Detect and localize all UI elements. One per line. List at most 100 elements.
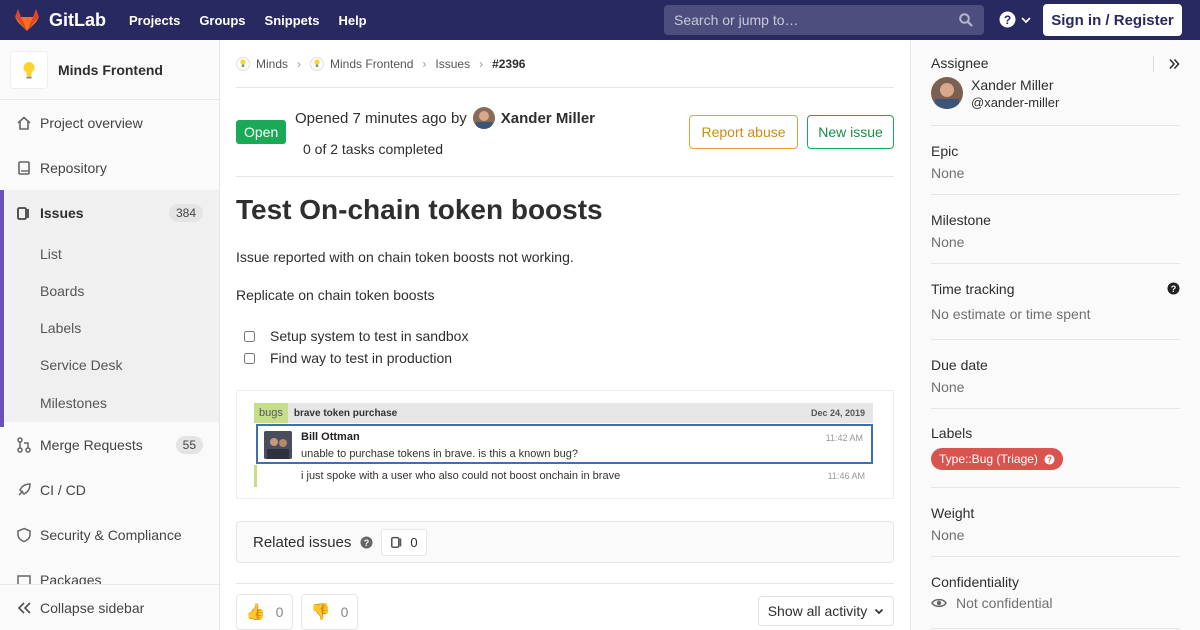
confidentiality-row: Not confidential (931, 595, 1053, 611)
nav-projects[interactable]: Projects (129, 13, 180, 28)
author-avatar[interactable] (472, 107, 495, 129)
breadcrumb-group[interactable]: Minds › (236, 56, 310, 71)
screenshot-text: unable to purchase tokens in brave. is t… (301, 448, 579, 460)
new-issue-button[interactable]: New issue (807, 115, 894, 149)
question-circle-icon[interactable]: ? (360, 536, 373, 549)
related-issues-title: Related issues (253, 533, 352, 551)
status-badge: Open (236, 120, 287, 144)
assignee-handle: @xander-miller (971, 95, 1060, 110)
description-paragraph: Issue reported with on chain token boost… (236, 249, 574, 265)
related-count-value: 0 (410, 534, 418, 550)
thumbsdown-award-button[interactable]: 👎 0 (301, 594, 358, 630)
due-date-title: Due date (931, 357, 988, 373)
assignee-name[interactable]: Xander Miller (971, 77, 1053, 93)
activity-filter-dropdown[interactable]: Show all activity (758, 596, 894, 626)
collapse-sidebar-button[interactable]: Collapse sidebar (0, 584, 219, 630)
screenshot-date: Dec 24, 2019 (810, 408, 865, 418)
nav-help[interactable]: Help (338, 13, 366, 28)
screenshot-message: Bill Ottman unable to purchase tokens in… (256, 424, 873, 464)
screenshot-avatar (264, 431, 292, 459)
report-abuse-button[interactable]: Report abuse (689, 115, 798, 149)
screenshot-header: bugs brave token purchase Dec 24, 2019 (254, 403, 873, 423)
help-icon: ? (999, 11, 1016, 28)
opened-text: Opened 7 minutes ago by (295, 109, 467, 127)
screenshot-time: 11:42 AM (825, 433, 863, 443)
search-icon[interactable] (959, 13, 973, 27)
labels-block: Labels Type::Bug (Triage) ? (931, 409, 1180, 488)
main-content: Minds › Minds Frontend › Issues › #2396 … (236, 40, 894, 630)
divider (1153, 56, 1154, 72)
time-tracking-block: Time tracking ? No estimate or time spen… (931, 264, 1180, 340)
task-checkbox[interactable] (244, 330, 255, 342)
label-text: Type::Bug (Triage) (939, 452, 1038, 466)
breadcrumb-issues[interactable]: Issues › (435, 57, 492, 71)
weight-value: None (931, 527, 965, 543)
confidentiality-value: Not confidential (956, 595, 1053, 611)
sidebar-item-repository[interactable]: Repository (0, 145, 219, 190)
project-avatar-icon (310, 56, 325, 71)
help-dropdown[interactable]: ? (999, 11, 1032, 28)
brand-name: GitLab (49, 9, 106, 30)
project-header[interactable]: Minds Frontend (0, 40, 219, 100)
issue-header: Open Opened 7 minutes ago by Xander Mill… (236, 88, 894, 177)
question-circle-icon[interactable]: ? (1167, 282, 1180, 295)
screenshot-author: Bill Ottman (301, 431, 360, 443)
task-checkbox[interactable] (244, 352, 255, 364)
issues-icon (391, 536, 402, 549)
task-label: Find way to test in production (270, 350, 453, 366)
double-chevron-right-icon[interactable] (1168, 58, 1180, 70)
gitlab-logo-link[interactable]: GitLab (0, 8, 110, 32)
description-paragraph: Replicate on chain token boosts (236, 287, 435, 303)
sidebar-item-security[interactable]: Security & Compliance (0, 512, 219, 557)
breadcrumb-current[interactable]: #2396 (492, 57, 525, 71)
screenshot-text: i just spoke with a user who also could … (301, 470, 621, 482)
sidebar-item-label: Issues (40, 204, 84, 221)
nav-groups[interactable]: Groups (199, 13, 245, 28)
sidebar-subitem-labels[interactable]: Labels (0, 309, 219, 346)
author-name[interactable]: Xander Miller (501, 110, 595, 127)
sidebar-item-merge-requests[interactable]: Merge Requests 55 (0, 422, 219, 467)
task-item: Find way to test in production (236, 347, 894, 369)
task-item: Setup system to test in sandbox (236, 325, 894, 347)
group-avatar-icon (236, 56, 250, 71)
sidebar-item-cicd[interactable]: CI / CD (0, 467, 219, 512)
chevron-down-icon (875, 608, 884, 614)
search-input[interactable] (674, 12, 944, 28)
question-circle-icon: ? (1044, 454, 1055, 464)
attached-screenshot[interactable]: bugs brave token purchase Dec 24, 2019 B… (236, 390, 894, 499)
time-tracking-value: No estimate or time spent (931, 306, 1091, 322)
svg-text:?: ? (1171, 284, 1177, 294)
breadcrumb-project[interactable]: Minds Frontend › (310, 56, 435, 71)
thumbsup-award-button[interactable]: 👍 0 (236, 594, 293, 630)
sidebar-subitem-boards[interactable]: Boards (0, 272, 219, 309)
project-avatar (10, 50, 48, 89)
related-issues-count[interactable]: 0 (381, 528, 427, 556)
eye-icon (931, 598, 947, 608)
sidebar-subitem-list[interactable]: List (0, 235, 219, 272)
sidebar-subitem-service-desk[interactable]: Service Desk (0, 346, 219, 383)
lightbulb-icon (23, 61, 35, 78)
chevron-right-icon: › (297, 56, 302, 71)
issue-actions-row: 👍 0 👎 0 Show all activity (236, 583, 894, 630)
due-date-value: None (931, 379, 965, 395)
sidebar-item-overview[interactable]: Project overview (0, 100, 219, 145)
merge-request-icon (16, 436, 32, 453)
assignee-avatar[interactable] (931, 77, 963, 109)
svg-text:?: ? (1004, 13, 1011, 27)
breadcrumb: Minds › Minds Frontend › Issues › #2396 (236, 40, 894, 88)
due-date-block: Due date None (931, 340, 1180, 409)
sign-in-button[interactable]: Sign in / Register (1043, 4, 1182, 36)
issue-description: Issue reported with on chain token boost… (236, 249, 894, 303)
sidebar-item-label: Project overview (40, 114, 143, 131)
task-list: Setup system to test in sandbox Find way… (236, 325, 894, 369)
rocket-icon (16, 482, 32, 498)
sidebar-item-issues[interactable]: Issues 384 (0, 190, 219, 235)
issues-count-badge: 384 (168, 203, 203, 222)
project-name: Minds Frontend (58, 61, 163, 78)
svg-text:?: ? (1047, 455, 1052, 464)
weight-block: Weight None (931, 488, 1180, 557)
nav-snippets[interactable]: Snippets (265, 13, 320, 28)
sidebar-subitem-milestones[interactable]: Milestones (0, 383, 219, 422)
related-issues-panel: Related issues ? 0 (236, 521, 894, 563)
label-pill[interactable]: Type::Bug (Triage) ? (931, 448, 1063, 470)
